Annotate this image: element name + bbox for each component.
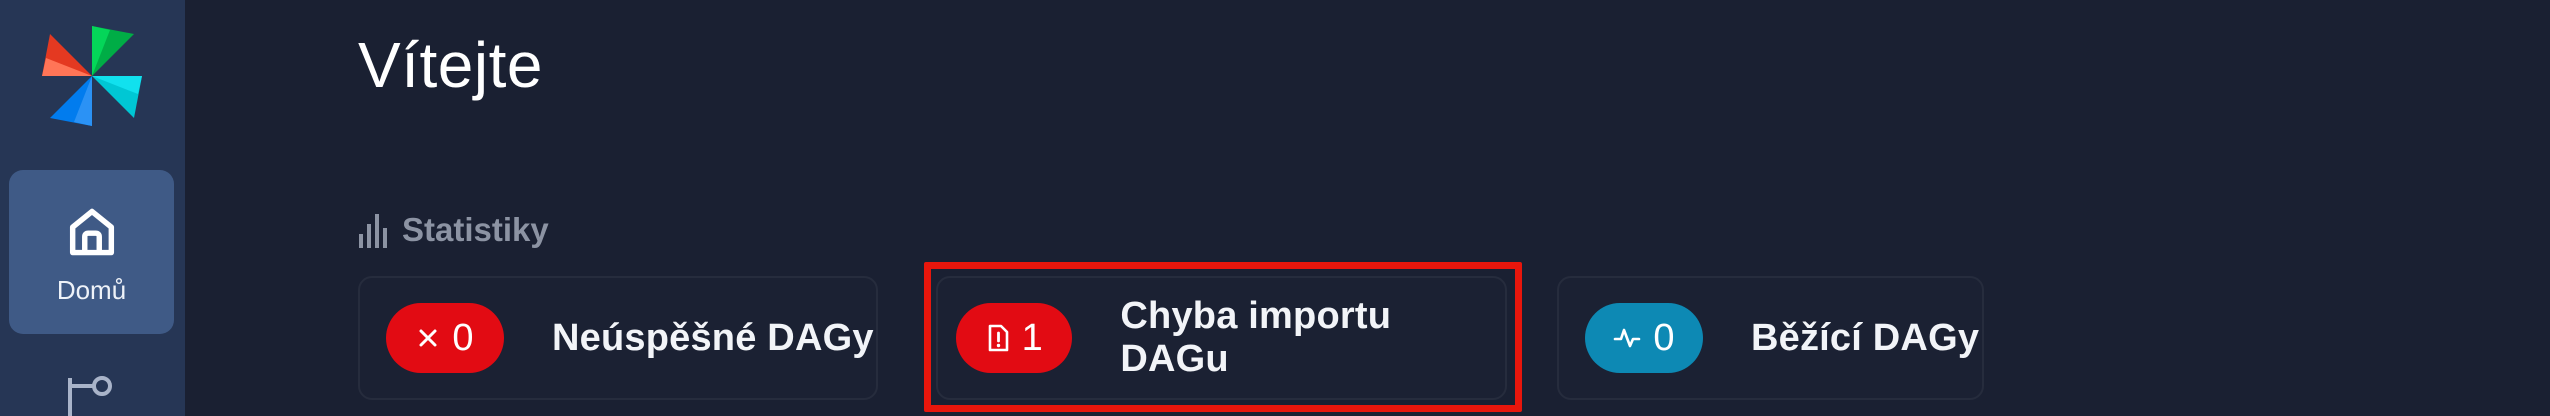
stats-heading-label: Statistiky (402, 211, 549, 248)
running-dags-count: 0 (1653, 316, 1675, 359)
stats-heading: Statistiky (358, 210, 549, 250)
file-warning-icon (988, 324, 1008, 352)
activity-icon (1614, 328, 1641, 348)
bar-chart-icon (359, 214, 387, 248)
app-root: Domů Vítejte Statistiky 0 Neúspěšné DAGy… (0, 0, 2550, 416)
import-errors-badge: 1 (956, 303, 1073, 373)
running-dags-card[interactable]: 0 Běžící DAGy (1557, 276, 1984, 400)
failed-dags-count: 0 (452, 316, 474, 359)
sidebar-item-dags[interactable] (62, 372, 124, 416)
home-icon (69, 208, 114, 255)
airflow-logo-icon[interactable] (42, 26, 142, 126)
running-dags-label: Běžící DAGy (1751, 316, 1980, 359)
sidebar-item-home[interactable]: Domů (9, 170, 174, 334)
failed-dags-label: Neúspěšné DAGy (552, 316, 874, 359)
dag-tree-icon (68, 376, 112, 416)
close-icon (419, 329, 437, 347)
sidebar-item-label: Domů (56, 274, 127, 305)
page-title: Vítejte (358, 29, 543, 101)
failed-dags-badge: 0 (386, 303, 504, 373)
failed-dags-card[interactable]: 0 Neúspěšné DAGy (358, 276, 878, 400)
sidebar: Domů (0, 0, 185, 416)
import-errors-count: 1 (1021, 316, 1043, 359)
import-errors-card[interactable]: 1 Chyba importu DAGu (936, 276, 1507, 400)
running-dags-badge: 0 (1585, 303, 1703, 373)
import-errors-label: Chyba importu DAGu (1120, 295, 1392, 380)
